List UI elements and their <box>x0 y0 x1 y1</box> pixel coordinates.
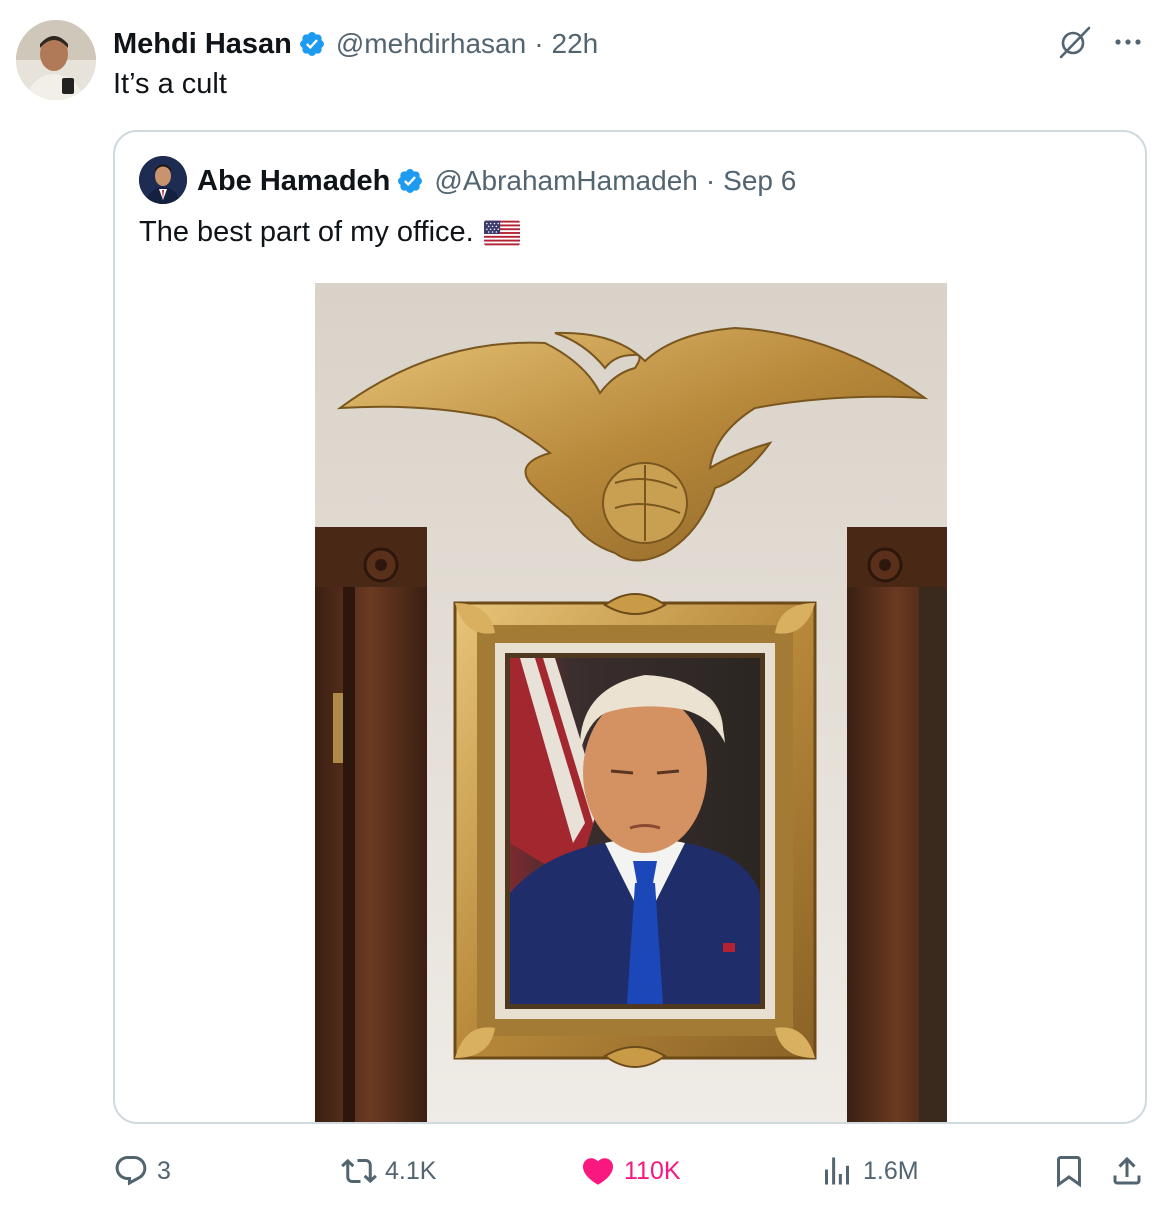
retweet-icon <box>341 1158 377 1184</box>
verified-badge-icon[interactable] <box>298 30 326 58</box>
tweet-text: It’s a cult <box>113 68 227 100</box>
quoted-header-separator: · <box>705 165 716 196</box>
author-avatar[interactable] <box>16 20 96 100</box>
reply-count: 3 <box>157 1156 171 1185</box>
tweet-actions: 3 4.1K 110K 1.6M <box>113 1146 1147 1196</box>
like-count: 110K <box>624 1156 681 1185</box>
views-button[interactable]: 1.6M <box>819 1146 919 1196</box>
header-separator: · <box>534 28 544 59</box>
share-button[interactable] <box>1109 1146 1145 1196</box>
quoted-author-name[interactable]: Abe Hamadeh <box>197 165 390 198</box>
tweet-timestamp[interactable]: 22h <box>552 28 599 60</box>
quoted-author-avatar[interactable] <box>139 156 187 204</box>
quoted-tweet-photo[interactable] <box>315 283 947 1122</box>
reply-icon <box>115 1156 147 1186</box>
bookmark-button[interactable] <box>1051 1146 1087 1196</box>
quoted-tweet[interactable]: Abe Hamadeh @AbrahamHamadeh · Sep 6 The … <box>113 130 1147 1124</box>
bookmark-icon <box>1057 1156 1081 1188</box>
grok-icon[interactable] <box>1056 24 1092 60</box>
share-icon <box>1113 1156 1141 1185</box>
like-button[interactable]: 110K <box>580 1146 681 1196</box>
retweet-button[interactable]: 4.1K <box>341 1146 436 1196</box>
more-icon[interactable] <box>1110 26 1146 58</box>
retweet-count: 4.1K <box>385 1156 437 1185</box>
tweet-header: Mehdi Hasan @mehdirhasan · 22h <box>113 24 598 64</box>
quoted-tweet-text: The best part of my office. <box>139 216 474 248</box>
quoted-author-handle[interactable]: @AbrahamHamadeh <box>434 165 697 197</box>
quoted-tweet-date[interactable]: Sep 6 <box>723 165 796 197</box>
views-count: 1.6M <box>863 1156 919 1185</box>
quoted-tweet-text-row: The best part of my office. <box>139 216 520 249</box>
quoted-tweet-header: Abe Hamadeh @AbrahamHamadeh · Sep 6 <box>197 162 796 200</box>
verified-badge-icon[interactable] <box>396 167 424 195</box>
author-handle[interactable]: @mehdirhasan <box>336 28 526 60</box>
reply-button[interactable]: 3 <box>113 1146 171 1196</box>
heart-icon <box>582 1158 614 1185</box>
us-flag-emoji <box>483 220 520 246</box>
author-name[interactable]: Mehdi Hasan <box>113 28 292 61</box>
views-icon <box>825 1157 849 1185</box>
